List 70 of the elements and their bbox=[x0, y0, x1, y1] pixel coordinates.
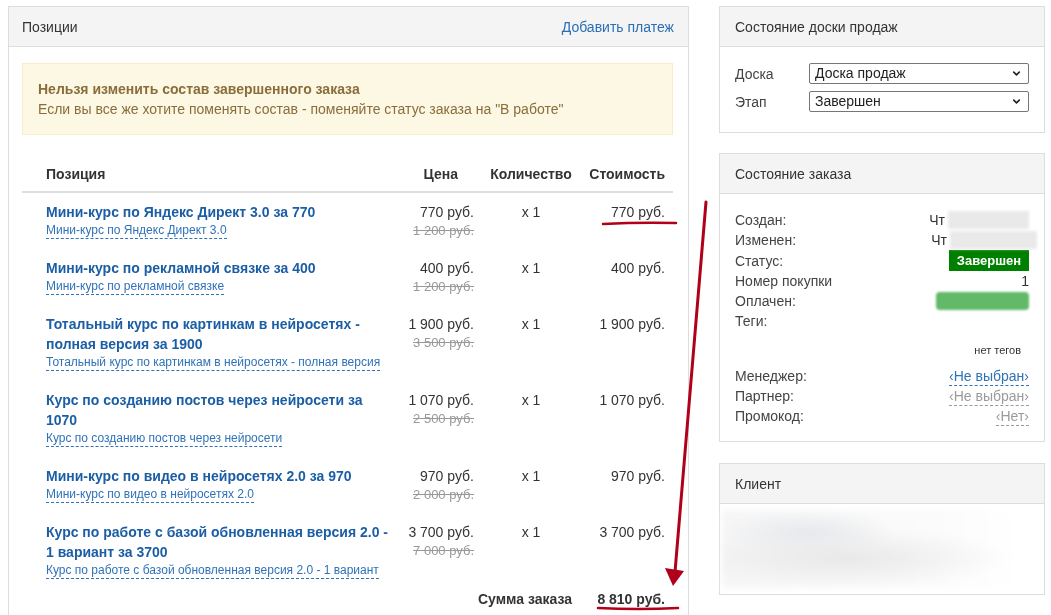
field-label: Теги: bbox=[735, 312, 768, 331]
field-label: Номер покупки bbox=[735, 272, 833, 291]
chevron-down-icon bbox=[1011, 68, 1022, 79]
panel-title: Состояние доски продаж bbox=[735, 17, 898, 37]
column-header: Стоимость bbox=[588, 165, 665, 184]
total-label: Сумма заказа bbox=[478, 590, 573, 609]
total-value: 8 810 руб. bbox=[597, 591, 665, 607]
quantity-text: x 1 bbox=[521, 259, 541, 278]
quantity-text: x 1 bbox=[521, 315, 541, 334]
alert-text: Если вы все же хотите поменять состав - поменяйте статус заказа на "В работе" bbox=[38, 100, 565, 119]
field-label: Менеджер: bbox=[735, 367, 807, 386]
position-link[interactable]: Мини-курс по рекламной связке за 400 bbox=[46, 258, 316, 278]
product-link[interactable]: Мини-курс по Яндекс Директ 3.0 bbox=[46, 222, 227, 239]
panel-title: Позиции bbox=[22, 17, 78, 37]
field-label: Статус: bbox=[735, 251, 784, 271]
alert-title: Нельзя изменить состав завершенного заказа bbox=[38, 80, 361, 99]
field-label: Создан: bbox=[735, 211, 787, 230]
cost-text: 3 700 руб. bbox=[599, 523, 665, 542]
price-text: 1 070 руб. bbox=[408, 391, 474, 410]
old-price-text: 3 500 руб. bbox=[413, 334, 474, 351]
price-text: 400 руб. bbox=[420, 259, 474, 278]
quantity-text: x 1 bbox=[521, 467, 541, 486]
product-link[interactable]: Мини-курс по рекламной связке bbox=[46, 278, 225, 295]
panel-title: Состояние заказа bbox=[735, 164, 852, 184]
position-link[interactable]: Тотальный курс по картинкам в нейросетях - полная версия за 1900 bbox=[46, 314, 393, 354]
field-label: Изменен: bbox=[735, 231, 797, 250]
position-link[interactable]: Курс по работе с базой обновленная версия 2.0 - 1 вариант за 3700 bbox=[46, 522, 393, 562]
cost-text: 400 руб. bbox=[611, 259, 665, 278]
status-badge: Завершен bbox=[949, 250, 1029, 271]
old-price-text: 1 200 руб. bbox=[413, 278, 474, 295]
date-value: Чт bbox=[929, 211, 945, 230]
panel-title: Клиент bbox=[735, 474, 782, 494]
product-link[interactable]: Тотальный курс по картинкам в нейросетях - полная версия bbox=[46, 354, 381, 371]
product-link[interactable]: Курс по созданию постов через нейросети bbox=[46, 430, 283, 447]
price-text: 770 руб. bbox=[420, 203, 474, 222]
select-link[interactable]: ‹Не выбран› bbox=[949, 366, 1029, 386]
field-label: Партнер: bbox=[735, 387, 794, 406]
old-price-text: 2 500 руб. bbox=[413, 410, 474, 427]
product-link[interactable]: Курс по работе с базой обновленная версия 2.0 - 1 вариант bbox=[46, 562, 379, 579]
dropdown[interactable]: Завершен bbox=[809, 91, 1029, 112]
quantity-text: x 1 bbox=[521, 391, 541, 410]
position-link[interactable]: Курс по созданию постов через нейросети за 1070 bbox=[46, 390, 393, 430]
position-link[interactable]: Мини-курс по Яндекс Директ 3.0 за 770 bbox=[46, 202, 316, 222]
column-header: Цена bbox=[422, 165, 459, 184]
field-label: Оплачен: bbox=[735, 292, 796, 311]
field-value: 1 bbox=[1021, 272, 1029, 291]
cost-text: 1 070 руб. bbox=[599, 391, 665, 410]
dropdown[interactable]: Доска продаж bbox=[809, 63, 1029, 84]
empty-tags-text: нет тегов bbox=[974, 342, 1021, 357]
position-link[interactable]: Мини-курс по видео в нейросетях 2.0 за 970 bbox=[46, 466, 352, 486]
price-text: 970 руб. bbox=[420, 467, 474, 486]
quantity-text: x 1 bbox=[521, 523, 541, 542]
field-label: Этап bbox=[735, 92, 768, 112]
cost-text: 770 руб. bbox=[611, 203, 665, 222]
field-label: Доска bbox=[735, 64, 775, 84]
field-label: Промокод: bbox=[735, 407, 804, 426]
add-payment-link[interactable]: Добавить платеж bbox=[561, 16, 674, 37]
price-text: 1 900 руб. bbox=[408, 315, 474, 334]
product-link[interactable]: Мини-курс по видео в нейросетях 2.0 bbox=[46, 486, 254, 503]
old-price-text: 1 200 руб. bbox=[413, 222, 474, 239]
column-header: Количество bbox=[489, 165, 573, 184]
quantity-text: x 1 bbox=[521, 203, 541, 222]
chevron-down-icon bbox=[1011, 96, 1022, 107]
column-header: Позиция bbox=[46, 165, 107, 184]
cost-text: 1 900 руб. bbox=[599, 315, 665, 334]
cost-text: 970 руб. bbox=[611, 467, 665, 486]
price-text: 3 700 руб. bbox=[408, 523, 474, 542]
old-price-text: 7 000 руб. bbox=[413, 542, 474, 559]
old-price-text: 2 000 руб. bbox=[413, 486, 474, 503]
date-value: Чт bbox=[931, 231, 947, 250]
